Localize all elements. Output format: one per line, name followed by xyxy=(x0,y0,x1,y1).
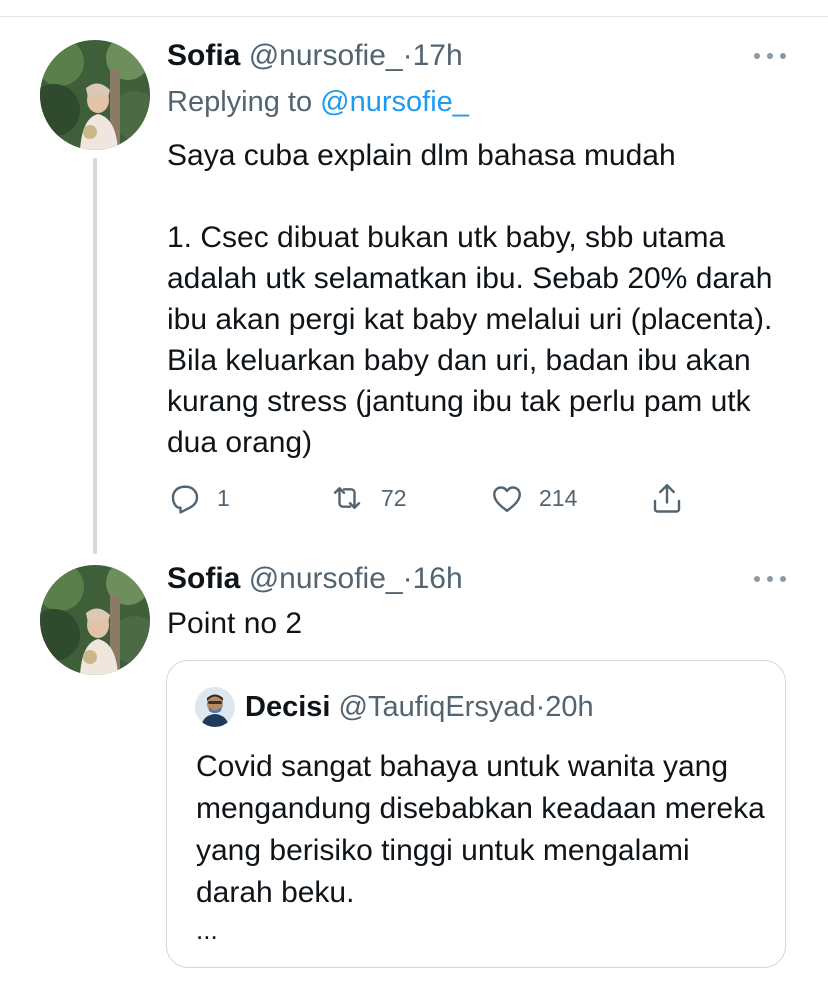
reply-button[interactable]: 1 xyxy=(167,478,230,518)
author-handle[interactable]: @nursofie_ xyxy=(249,39,403,72)
more-icon[interactable] xyxy=(752,569,788,589)
quoted-author-handle: @TaufiqErsyad xyxy=(338,691,536,723)
quoted-avatar xyxy=(195,687,235,727)
tweet-actions: 1 72 214 xyxy=(167,478,707,518)
author-name[interactable]: Sofia xyxy=(167,562,240,595)
quoted-tweet-card[interactable]: Decisi @TaufiqErsyad·20h Covid sangat ba… xyxy=(166,660,786,968)
tweet-timestamp[interactable]: 17h xyxy=(413,39,463,72)
quoted-tweet-header: Decisi @TaufiqErsyad·20h xyxy=(245,689,594,725)
replying-mention-link[interactable]: @nursofie_ xyxy=(320,86,469,118)
tweet-body: Saya cuba explain dlm bahasa mudah 1. Cs… xyxy=(167,139,773,459)
author-handle[interactable]: @nursofie_ xyxy=(249,562,403,595)
tweet-body: Point no 2 xyxy=(167,607,303,640)
reply-icon xyxy=(171,485,199,514)
like-count: 214 xyxy=(539,484,578,511)
avatar[interactable] xyxy=(40,40,150,150)
tweet-header: Sofia @nursofie_·17h xyxy=(167,38,463,74)
replying-to-line: Replying to @nursofie_ xyxy=(167,84,469,120)
separator-dot: · xyxy=(402,39,413,72)
separator-dot: · xyxy=(535,691,546,723)
quoted-avatar-photo xyxy=(195,687,235,727)
tweet-header: Sofia @nursofie_·16h xyxy=(167,561,463,597)
like-button[interactable]: 214 xyxy=(489,478,577,518)
share-icon xyxy=(653,484,681,513)
avatar-photo xyxy=(40,565,150,675)
avatar-photo xyxy=(40,40,150,150)
replying-prefix: Replying to xyxy=(167,86,313,118)
retweet-icon xyxy=(333,487,361,509)
quoted-author-name: Decisi xyxy=(245,691,331,723)
quoted-tweet-timestamp: 20h xyxy=(545,691,594,723)
retweet-count: 72 xyxy=(381,484,407,511)
author-name[interactable]: Sofia xyxy=(167,39,240,72)
quoted-tweet-ellipsis: ... xyxy=(196,915,218,945)
reply-count: 1 xyxy=(217,484,230,511)
share-button[interactable] xyxy=(649,478,685,518)
heart-icon xyxy=(493,486,521,512)
top-divider xyxy=(0,16,828,17)
retweet-button[interactable]: 72 xyxy=(327,478,407,518)
quoted-tweet-body: Covid sangat bahaya untuk wanita yang me… xyxy=(196,750,765,909)
separator-dot: · xyxy=(402,562,413,595)
avatar[interactable] xyxy=(40,565,150,675)
tweet-timestamp[interactable]: 16h xyxy=(413,562,463,595)
more-icon[interactable] xyxy=(752,46,788,66)
thread-connector-line xyxy=(93,158,97,554)
